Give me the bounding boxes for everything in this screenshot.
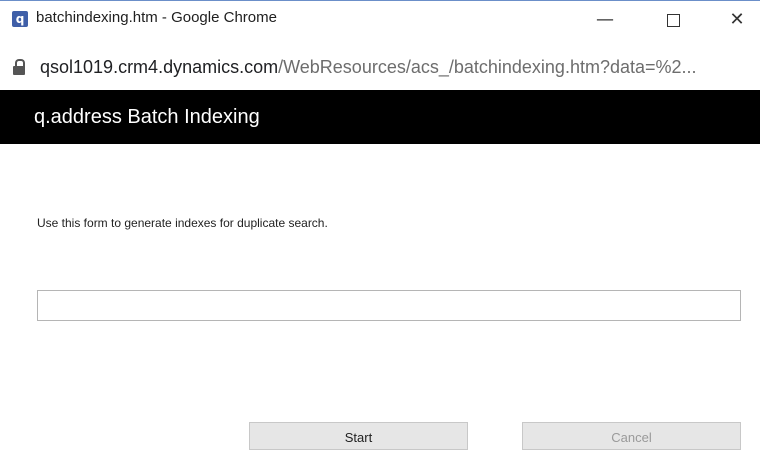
minimize-button[interactable]: — xyxy=(582,5,628,35)
close-button[interactable]: ✕ xyxy=(714,5,760,35)
progress-bar xyxy=(37,290,741,321)
app-header: q.address Batch Indexing xyxy=(0,90,760,144)
instruction-text: Use this form to generate indexes for du… xyxy=(37,216,328,230)
address-bar[interactable]: qsol1019.crm4.dynamics.com/WebResources/… xyxy=(0,48,760,90)
page-title: q.address Batch Indexing xyxy=(34,106,260,128)
maximize-button[interactable] xyxy=(650,5,696,35)
url-path: /WebResources/acs_/batchindexing.htm?dat… xyxy=(278,57,697,77)
start-button[interactable]: Start xyxy=(249,422,468,450)
window-titlebar: q batchindexing.htm - Google Chrome — ✕ xyxy=(0,0,760,48)
url-host: qsol1019.crm4.dynamics.com xyxy=(40,57,279,77)
window-title: batchindexing.htm - Google Chrome xyxy=(36,9,277,26)
app-icon: q xyxy=(12,11,28,27)
url-text[interactable]: qsol1019.crm4.dynamics.com/WebResources/… xyxy=(40,57,752,78)
lock-icon xyxy=(13,59,25,75)
cancel-button[interactable]: Cancel xyxy=(522,422,741,450)
maximize-icon xyxy=(666,13,680,27)
